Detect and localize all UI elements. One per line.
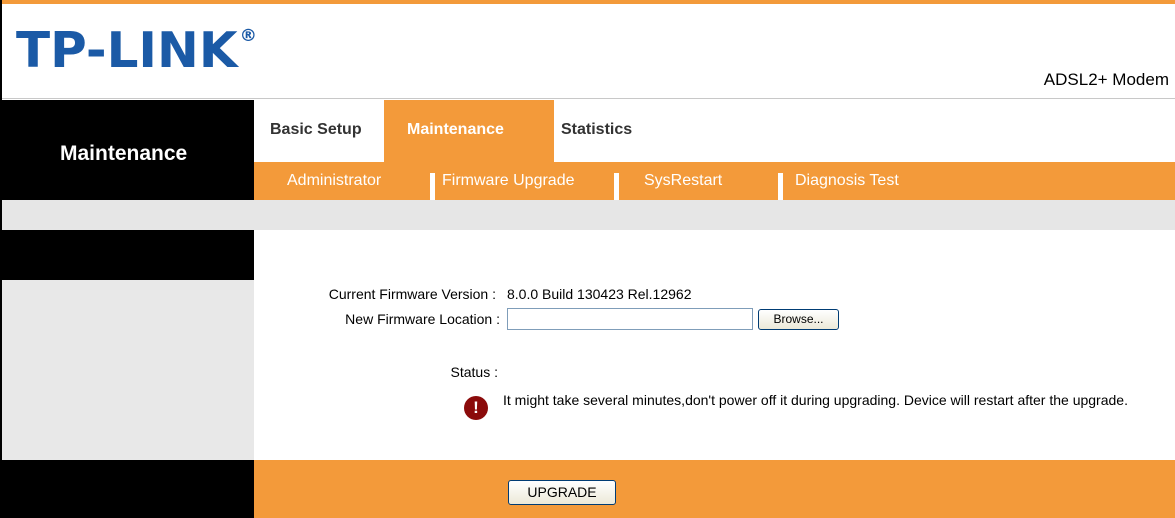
new-firmware-location-label: New Firmware Location : <box>345 311 500 327</box>
subtab-firmware-upgrade[interactable]: Firmware Upgrade <box>442 162 574 200</box>
sidebar-item-label: Firmware Upgrade <box>1038 248 1161 264</box>
upgrade-warning-text: It might take several minutes,don't powe… <box>503 392 1128 408</box>
subtab-diagnosis-test[interactable]: Diagnosis Test <box>795 162 899 200</box>
main-nav: Basic Setup Maintenance Statistics <box>254 100 1175 162</box>
sidebar-footer <box>2 460 254 518</box>
current-firmware-value: 8.0.0 Build 130423 Rel.12962 <box>507 286 692 302</box>
status-label: Status : <box>450 364 498 380</box>
product-subtitle: ADSL2+ Modem <box>1043 70 1169 89</box>
current-firmware-label: Current Firmware Version : <box>328 286 496 302</box>
upgrade-button[interactable]: UPGRADE <box>508 480 616 505</box>
subtab-sysrestart[interactable]: SysRestart <box>644 162 722 200</box>
content-top-band <box>254 200 1175 230</box>
sidebar-body <box>2 280 254 460</box>
registered-mark: ® <box>239 26 257 46</box>
warning-icon: ! <box>464 396 488 420</box>
subtab-administrator[interactable]: Administrator <box>287 162 381 200</box>
browse-button[interactable]: Browse... <box>758 309 839 330</box>
sub-nav: Administrator Firmware Upgrade SysRestar… <box>254 162 1175 200</box>
firmware-file-field[interactable] <box>507 308 753 330</box>
subnav-divider <box>430 173 435 200</box>
sidebar-section-title: Maintenance <box>60 142 188 165</box>
logo-text: TP-LINK <box>16 22 238 79</box>
sidebar-item-firmware-upgrade[interactable] <box>2 230 254 280</box>
router-admin-page: TP-LINK ® ADSL2+ Modem Maintenance Firmwa… <box>0 0 1175 518</box>
sidebar-spacer <box>2 200 254 230</box>
action-bar <box>254 460 1175 518</box>
tab-maintenance[interactable]: Maintenance <box>384 100 554 162</box>
subnav-divider <box>614 173 619 200</box>
header: TP-LINK ® ADSL2+ Modem <box>2 4 1175 99</box>
subnav-divider <box>778 173 783 200</box>
tab-statistics[interactable]: Statistics <box>561 100 632 162</box>
tp-link-logo: TP-LINK ® <box>16 26 257 75</box>
tab-basic-setup[interactable]: Basic Setup <box>270 100 362 162</box>
